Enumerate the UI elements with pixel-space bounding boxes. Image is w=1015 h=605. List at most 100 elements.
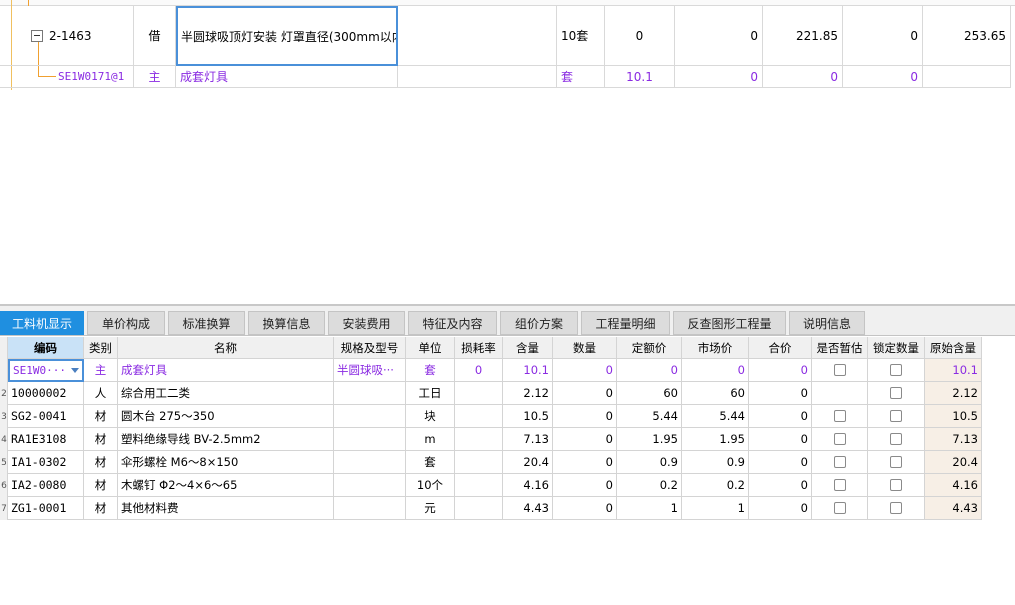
top-row-name[interactable]: 半圆球吸顶灯安装 灯罩直径(300mm以内): [176, 6, 398, 66]
estimated-checkbox[interactable]: [833, 456, 846, 468]
row-code[interactable]: 10000002: [8, 382, 84, 405]
estimated-checkbox[interactable]: [833, 364, 846, 376]
row-content[interactable]: 2.12: [503, 382, 553, 405]
top-row-code-cell[interactable]: 2-1463: [0, 6, 134, 66]
tab-install-fee[interactable]: 安装费用: [328, 311, 405, 335]
header-quota-price[interactable]: 定额价: [617, 337, 682, 359]
sub-row-value[interactable]: 0: [675, 66, 763, 88]
tab-quantity-detail[interactable]: 工程量明细: [581, 311, 670, 335]
row-total[interactable]: 0: [749, 428, 812, 451]
header-market-price[interactable]: 市场价: [682, 337, 749, 359]
tab-graphic-quantity[interactable]: 反查图形工程量: [673, 311, 786, 335]
row-content[interactable]: 20.4: [503, 451, 553, 474]
sub-row-spec[interactable]: [398, 66, 557, 88]
row-name[interactable]: 其他材料费: [118, 497, 334, 520]
header-content[interactable]: 含量: [503, 337, 553, 359]
header-loss-rate[interactable]: 损耗率: [455, 337, 503, 359]
row-type[interactable]: 主: [84, 359, 118, 382]
row-quota-price[interactable]: 0: [617, 359, 682, 382]
sub-row-type[interactable]: 主: [134, 66, 176, 88]
row-original-content[interactable]: 4.16: [925, 474, 982, 497]
sub-row-name[interactable]: 成套灯具: [176, 66, 398, 88]
row-spec[interactable]: 半圆球吸···: [334, 359, 406, 382]
row-spec[interactable]: [334, 405, 406, 428]
row-content[interactable]: 10.1: [503, 359, 553, 382]
row-quota-price[interactable]: 1: [617, 497, 682, 520]
lock-quantity-checkbox[interactable]: [890, 433, 902, 445]
dropdown-arrow-icon[interactable]: [71, 368, 79, 373]
row-name[interactable]: 综合用工二类: [118, 382, 334, 405]
row-total[interactable]: 0: [749, 497, 812, 520]
lock-quantity-checkbox[interactable]: [890, 479, 902, 491]
row-unit[interactable]: 套: [406, 359, 455, 382]
tab-features[interactable]: 特征及内容: [408, 311, 497, 335]
row-type[interactable]: 材: [84, 497, 118, 520]
row-quantity[interactable]: 0: [553, 451, 617, 474]
row-quota-price[interactable]: 0.9: [617, 451, 682, 474]
lock-quantity-checkbox[interactable]: [890, 456, 902, 468]
tab-labor-material[interactable]: 工料机显示: [0, 311, 84, 335]
top-row-spec[interactable]: [398, 6, 557, 66]
row-unit[interactable]: 套: [406, 451, 455, 474]
header-spec[interactable]: 规格及型号: [334, 337, 406, 359]
row-quota-price[interactable]: 1.95: [617, 428, 682, 451]
tab-pricing-scheme[interactable]: 组价方案: [500, 311, 578, 335]
row-code[interactable]: SG2-0041: [8, 405, 84, 428]
lock-quantity-checkbox[interactable]: [890, 364, 902, 376]
header-original-content[interactable]: 原始含量: [925, 337, 982, 359]
row-total[interactable]: 0: [749, 382, 812, 405]
row-code-select[interactable]: SE1W0···: [8, 359, 84, 382]
estimated-checkbox[interactable]: [833, 410, 846, 422]
row-loss-rate[interactable]: [455, 405, 503, 428]
tab-conversion-info[interactable]: 换算信息: [248, 311, 325, 335]
row-market-price[interactable]: 0: [682, 359, 749, 382]
row-code[interactable]: RA1E3108: [8, 428, 84, 451]
row-name[interactable]: 成套灯具: [118, 359, 334, 382]
row-unit[interactable]: 块: [406, 405, 455, 428]
row-original-content[interactable]: 7.13: [925, 428, 982, 451]
row-quota-price[interactable]: 0.2: [617, 474, 682, 497]
row-quantity[interactable]: 0: [553, 474, 617, 497]
row-content[interactable]: 4.16: [503, 474, 553, 497]
row-code[interactable]: ZG1-0001: [8, 497, 84, 520]
row-type[interactable]: 材: [84, 428, 118, 451]
row-spec[interactable]: [334, 451, 406, 474]
top-row-value[interactable]: 0: [843, 6, 923, 66]
row-spec[interactable]: [334, 382, 406, 405]
row-market-price[interactable]: 0.9: [682, 451, 749, 474]
row-type[interactable]: 人: [84, 382, 118, 405]
estimated-checkbox[interactable]: [833, 502, 846, 514]
row-original-content[interactable]: 4.43: [925, 497, 982, 520]
row-unit[interactable]: m: [406, 428, 455, 451]
top-row-unit[interactable]: 10套: [557, 6, 605, 66]
header-total[interactable]: 合价: [749, 337, 812, 359]
top-row-value[interactable]: 0: [675, 6, 763, 66]
row-name[interactable]: 木螺钉 Φ2～4×6～65: [118, 474, 334, 497]
collapse-icon[interactable]: [31, 29, 43, 42]
row-loss-rate[interactable]: [455, 451, 503, 474]
row-market-price[interactable]: 1.95: [682, 428, 749, 451]
row-name[interactable]: 塑料绝缘导线 BV-2.5mm2: [118, 428, 334, 451]
row-total[interactable]: 0: [749, 451, 812, 474]
row-original-content[interactable]: 10.1: [925, 359, 982, 382]
header-unit[interactable]: 单位: [406, 337, 455, 359]
row-unit[interactable]: 元: [406, 497, 455, 520]
row-code[interactable]: IA2-0080: [8, 474, 84, 497]
row-quantity[interactable]: 0: [553, 405, 617, 428]
row-code[interactable]: IA1-0302: [8, 451, 84, 474]
top-row-value[interactable]: 221.85: [763, 6, 843, 66]
row-quantity[interactable]: 0: [553, 382, 617, 405]
estimated-checkbox[interactable]: [833, 479, 846, 491]
row-market-price[interactable]: 60: [682, 382, 749, 405]
header-lock-quantity[interactable]: 锁定数量: [868, 337, 925, 359]
estimated-checkbox[interactable]: [833, 433, 846, 445]
row-original-content[interactable]: 10.5: [925, 405, 982, 428]
row-name[interactable]: 圆木台 275～350: [118, 405, 334, 428]
row-quota-price[interactable]: 5.44: [617, 405, 682, 428]
header-type[interactable]: 类别: [84, 337, 118, 359]
row-loss-rate[interactable]: 0: [455, 359, 503, 382]
sub-row-unit[interactable]: 套: [557, 66, 605, 88]
tab-description[interactable]: 说明信息: [789, 311, 865, 335]
top-row-type[interactable]: 借: [134, 6, 176, 66]
row-content[interactable]: 10.5: [503, 405, 553, 428]
